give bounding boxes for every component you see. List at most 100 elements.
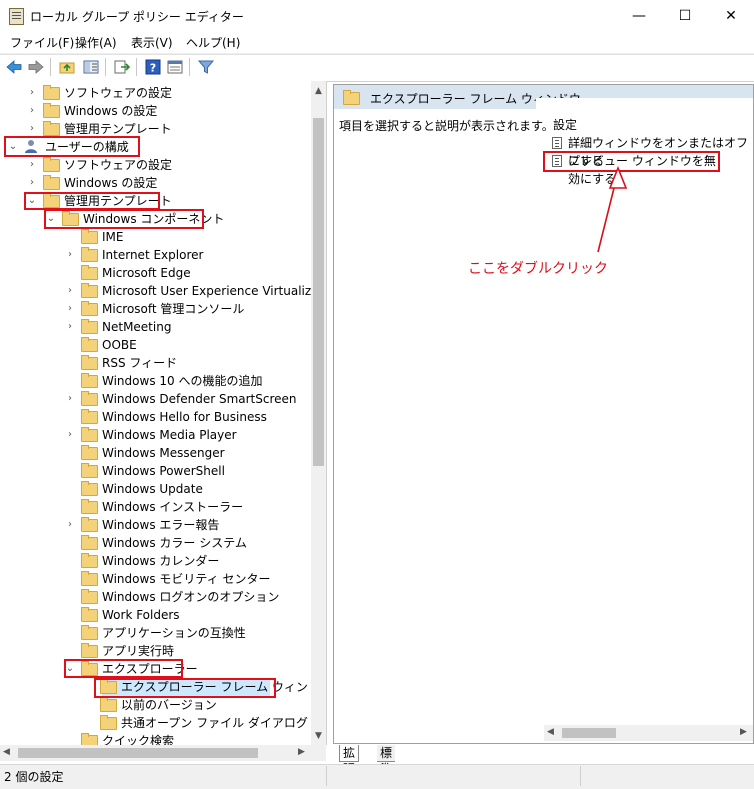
- folder-icon: [81, 247, 98, 262]
- menu-file[interactable]: ファイル(F): [10, 34, 74, 51]
- tree-item[interactable]: 以前のバージョン: [0, 696, 326, 714]
- back-icon[interactable]: [5, 58, 23, 76]
- menu-action[interactable]: 操作(A): [75, 34, 117, 51]
- chevron-right-icon[interactable]: ›: [65, 282, 75, 300]
- tree-item-label: Windows Defender SmartScreen: [102, 392, 297, 406]
- folder-icon: [81, 733, 98, 745]
- tree-item[interactable]: › Internet Explorer: [0, 246, 326, 264]
- chevron-right-icon[interactable]: ›: [27, 84, 37, 102]
- tree-item[interactable]: IME: [0, 228, 326, 246]
- tree-item[interactable]: 共通オープン ファイル ダイアログ: [0, 714, 326, 732]
- tree-item[interactable]: Windows カラー システム: [0, 534, 326, 552]
- tree-item[interactable]: RSS フィード: [0, 354, 326, 372]
- tree-item[interactable]: アプリケーションの互換性: [0, 624, 326, 642]
- tree-item[interactable]: Windows ログオンのオプション: [0, 588, 326, 606]
- folder-icon: [100, 697, 117, 712]
- scroll-right-arrow-icon[interactable]: ▶: [298, 747, 305, 757]
- tree-item[interactable]: › NetMeeting: [0, 318, 326, 336]
- folder-icon: [81, 535, 98, 550]
- tree-item[interactable]: Windows モビリティ センター: [0, 570, 326, 588]
- properties-icon[interactable]: [166, 58, 184, 76]
- filter-icon[interactable]: [197, 58, 215, 76]
- tree-item[interactable]: › Windows Defender SmartScreen: [0, 390, 326, 408]
- folder-icon: [43, 157, 60, 172]
- chevron-right-icon[interactable]: ›: [27, 174, 37, 192]
- chevron-right-icon[interactable]: ›: [65, 246, 75, 264]
- up-folder-icon[interactable]: [58, 58, 76, 76]
- scroll-up-arrow-icon[interactable]: ▲: [313, 86, 324, 96]
- tree-item-label: Windows の設定: [64, 176, 158, 190]
- tree-item[interactable]: › Windows エラー報告: [0, 516, 326, 534]
- folder-icon: [81, 391, 98, 406]
- tree-item[interactable]: › Microsoft User Experience Virtualizatio…: [0, 282, 326, 300]
- chevron-right-icon[interactable]: ›: [27, 102, 37, 120]
- setting-item-details-pane[interactable]: 詳細ウィンドウをオンまたはオフにする: [550, 134, 750, 168]
- close-button[interactable]: ✕: [708, 0, 754, 31]
- tree-item[interactable]: Windows カレンダー: [0, 552, 326, 570]
- folder-icon: [81, 319, 98, 334]
- minimize-button[interactable]: —: [616, 0, 662, 31]
- help-icon[interactable]: ?: [144, 58, 162, 76]
- tree-item[interactable]: › Microsoft 管理コンソール: [0, 300, 326, 318]
- tree-horizontal-scroll-thumb[interactable]: [18, 748, 258, 758]
- tree-item[interactable]: Windows PowerShell: [0, 462, 326, 480]
- tree-item-label: RSS フィード: [102, 356, 178, 370]
- tree-item[interactable]: アプリ実行時: [0, 642, 326, 660]
- tree-item[interactable]: › Windows Media Player: [0, 426, 326, 444]
- annotation-box-explorer: [64, 659, 183, 678]
- tree-item-label: Windows の設定: [64, 104, 158, 118]
- export-list-icon[interactable]: [113, 58, 131, 76]
- tree-item-label: アプリケーションの互換性: [102, 626, 246, 640]
- annotation-box-admin-templates: [24, 192, 160, 210]
- folder-icon: [81, 445, 98, 460]
- tree-item[interactable]: › Windows の設定: [0, 174, 326, 192]
- setting-column-header[interactable]: 設定: [553, 116, 577, 133]
- tree-item-label: NetMeeting: [102, 320, 172, 334]
- tab-standard[interactable]: 標準: [377, 745, 396, 776]
- menu-view[interactable]: 表示(V): [131, 34, 173, 51]
- tree-item-label: Windows ログオンのオプション: [102, 590, 280, 604]
- folder-icon: [81, 463, 98, 478]
- forward-icon[interactable]: [27, 58, 45, 76]
- scroll-down-arrow-icon[interactable]: ▼: [313, 731, 324, 741]
- show-hide-tree-icon[interactable]: [82, 58, 100, 76]
- tree-item-label: Windows PowerShell: [102, 464, 225, 478]
- chevron-right-icon[interactable]: ›: [27, 156, 37, 174]
- menu-help[interactable]: ヘルプ(H): [186, 34, 240, 51]
- maximize-button[interactable]: ☐: [662, 0, 708, 31]
- detail-horizontal-scroll-thumb[interactable]: [562, 728, 616, 738]
- navigation-tree[interactable]: › ソフトウェアの設定 › Windows の設定 › 管理用テンプレート ⌄ ユーザーの構成…: [0, 81, 327, 745]
- scroll-left-arrow-icon[interactable]: ◀: [547, 727, 554, 737]
- status-separator: [326, 766, 327, 786]
- tree-item[interactable]: › Windows の設定: [0, 102, 326, 120]
- chevron-right-icon[interactable]: ›: [65, 318, 75, 336]
- tree-item[interactable]: OOBE: [0, 336, 326, 354]
- tree-item-label: ソフトウェアの設定: [64, 158, 173, 172]
- tree-item[interactable]: › ソフトウェアの設定: [0, 84, 326, 102]
- tree-item-label: Windows Media Player: [102, 428, 237, 442]
- chevron-right-icon[interactable]: ›: [65, 426, 75, 444]
- tree-item[interactable]: Windows Hello for Business: [0, 408, 326, 426]
- chevron-right-icon[interactable]: ›: [65, 300, 75, 318]
- scroll-right-arrow-icon[interactable]: ▶: [740, 727, 747, 737]
- folder-icon: [343, 90, 360, 105]
- folder-icon: [81, 607, 98, 622]
- tree-item[interactable]: Windows Update: [0, 480, 326, 498]
- tree-vertical-scroll-thumb[interactable]: [313, 118, 324, 466]
- toolbar-separator: [136, 58, 137, 76]
- tree-item[interactable]: Windows Messenger: [0, 444, 326, 462]
- svg-text:?: ?: [150, 62, 156, 75]
- tab-extended[interactable]: 拡張: [339, 745, 360, 776]
- tree-item[interactable]: Windows 10 への機能の追加: [0, 372, 326, 390]
- tree-item[interactable]: › ソフトウェアの設定: [0, 156, 326, 174]
- chevron-right-icon[interactable]: ›: [65, 516, 75, 534]
- status-bar: [0, 764, 754, 789]
- tree-item[interactable]: Microsoft Edge: [0, 264, 326, 282]
- scroll-left-arrow-icon[interactable]: ◀: [3, 747, 10, 757]
- tree-item[interactable]: Windows インストーラー: [0, 498, 326, 516]
- folder-icon: [81, 571, 98, 586]
- tree-item[interactable]: Work Folders: [0, 606, 326, 624]
- tree-item[interactable]: クイック検索: [0, 732, 326, 745]
- chevron-right-icon[interactable]: ›: [65, 390, 75, 408]
- status-text: 2 個の設定: [4, 770, 64, 784]
